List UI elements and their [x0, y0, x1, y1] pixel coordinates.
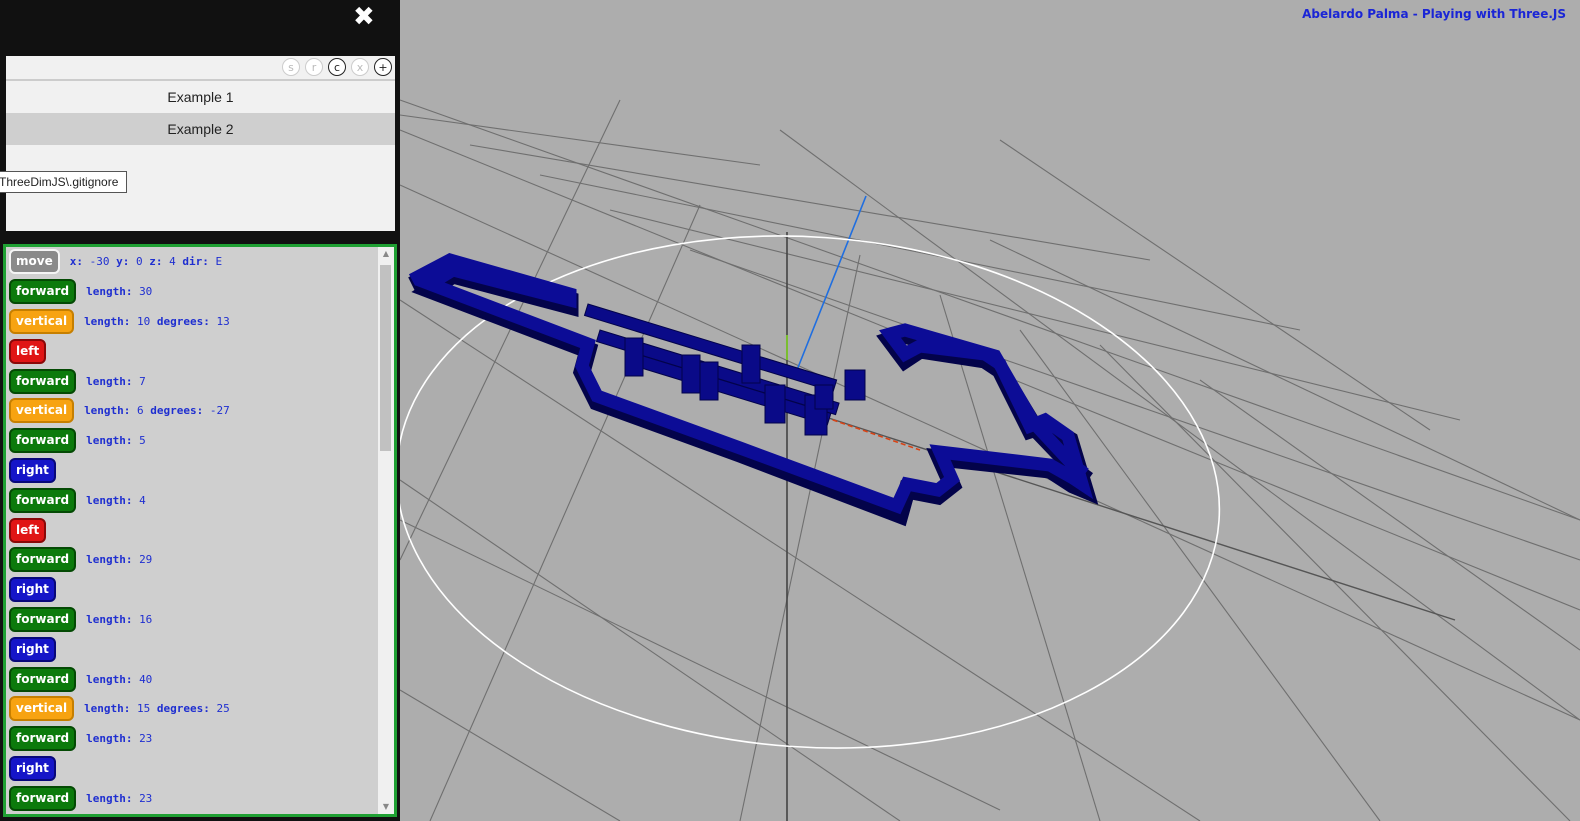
command-params[interactable]: length: 29 — [86, 553, 152, 566]
forward-command-badge[interactable]: forward — [9, 666, 77, 692]
command-params[interactable]: length: 6 degrees: -27 — [84, 404, 230, 417]
command-row[interactable]: move x: -30 y: 0 z: 4 dir: E — [6, 247, 376, 277]
forward-command-badge[interactable]: forward — [9, 368, 77, 394]
command-list: move x: -30 y: 0 z: 4 dir: E forward lengt… — [6, 247, 376, 813]
right-command-badge[interactable]: right — [9, 636, 56, 662]
command-row[interactable]: left — [6, 336, 376, 366]
command-row[interactable]: forward length: 30 — [6, 277, 376, 307]
move-command-badge[interactable]: move — [9, 249, 60, 275]
vertical-command-badge[interactable]: vertical — [9, 308, 75, 334]
forward-command-badge[interactable]: forward — [9, 726, 77, 752]
left-command-badge[interactable]: left — [9, 338, 47, 364]
command-row[interactable]: forward length: 29 — [6, 545, 376, 575]
command-row[interactable]: right — [6, 634, 376, 664]
delete-icon-button[interactable]: x — [351, 58, 369, 76]
command-params[interactable]: length: 7 — [86, 375, 146, 388]
command-params[interactable]: length: 5 — [86, 434, 146, 447]
command-params[interactable]: length: 4 — [86, 494, 146, 507]
forward-command-badge[interactable]: forward — [9, 606, 77, 632]
credit-link[interactable]: Abelardo Palma - Playing with Three.JS — [1302, 7, 1566, 21]
left-command-badge[interactable]: left — [9, 517, 47, 543]
file-item-example-1[interactable]: Example 1 — [6, 81, 395, 113]
command-row[interactable]: vertical length: 6 degrees: -27 — [6, 396, 376, 426]
rename-icon-button[interactable]: r — [305, 58, 323, 76]
scroll-up-icon[interactable]: ▲ — [378, 247, 394, 261]
command-row[interactable]: vertical length: 15 degrees: 25 — [6, 694, 376, 724]
command-params[interactable]: length: 16 — [86, 613, 152, 626]
right-command-badge[interactable]: right — [9, 577, 56, 603]
track-path — [408, 253, 1099, 527]
command-params[interactable]: length: 15 degrees: 25 — [84, 702, 230, 715]
command-row[interactable]: vertical length: 10 degrees: 13 — [6, 307, 376, 337]
command-row[interactable]: forward length: 5 — [6, 426, 376, 456]
command-row[interactable]: right — [6, 754, 376, 784]
forward-command-badge[interactable]: forward — [9, 487, 77, 513]
command-row[interactable]: left — [6, 515, 376, 545]
command-params[interactable]: length: 23 — [86, 792, 152, 805]
scrollbar[interactable]: ▲ ▼ — [378, 247, 394, 814]
file-item-example-2[interactable]: Example 2 — [6, 113, 395, 145]
right-command-badge[interactable]: right — [9, 755, 56, 781]
command-row[interactable]: forward length: 23 — [6, 724, 376, 754]
command-params[interactable]: length: 40 — [86, 673, 152, 686]
command-row[interactable]: forward length: 40 — [6, 664, 376, 694]
forward-command-badge[interactable]: forward — [9, 279, 77, 305]
command-row[interactable]: forward length: 7 — [6, 366, 376, 396]
command-row[interactable]: forward length: 23 — [6, 783, 376, 813]
z-axis-blue — [796, 195, 867, 371]
vertical-command-badge[interactable]: vertical — [9, 398, 75, 424]
command-row[interactable]: right — [6, 456, 376, 486]
close-icon[interactable]: ✖ — [353, 2, 375, 32]
scroll-down-icon[interactable]: ▼ — [378, 800, 394, 814]
command-row[interactable]: forward length: 4 — [6, 485, 376, 515]
forward-command-badge[interactable]: forward — [9, 785, 77, 811]
command-row[interactable]: forward length: 16 — [6, 605, 376, 635]
copy-icon-button[interactable]: c — [328, 58, 346, 76]
save-icon-button[interactable]: s — [282, 58, 300, 76]
command-list-panel: move x: -30 y: 0 z: 4 dir: E forward lengt… — [3, 244, 397, 817]
add-icon-button[interactable]: + — [374, 58, 392, 76]
command-params[interactable]: x: -30 y: 0 z: 4 dir: E — [70, 255, 222, 268]
file-toolbar: s r c x + — [6, 56, 395, 81]
scroll-thumb[interactable] — [380, 265, 391, 451]
command-params[interactable]: length: 10 degrees: 13 — [84, 315, 230, 328]
command-params[interactable]: length: 23 — [86, 732, 152, 745]
file-browser: s r c x + Example 1 Example 2 — [6, 56, 395, 231]
vertical-command-badge[interactable]: vertical — [9, 696, 75, 722]
forward-command-badge[interactable]: forward — [9, 547, 77, 573]
right-command-badge[interactable]: right — [9, 457, 56, 483]
command-params[interactable]: length: 30 — [86, 285, 152, 298]
command-row[interactable]: right — [6, 575, 376, 605]
forward-command-badge[interactable]: forward — [9, 428, 77, 454]
file-tooltip: ThreeDimJS\.gitignore — [0, 171, 128, 193]
side-panel: ✖ s r c x + Example 1 Example 2 ThreeDim… — [0, 0, 400, 821]
